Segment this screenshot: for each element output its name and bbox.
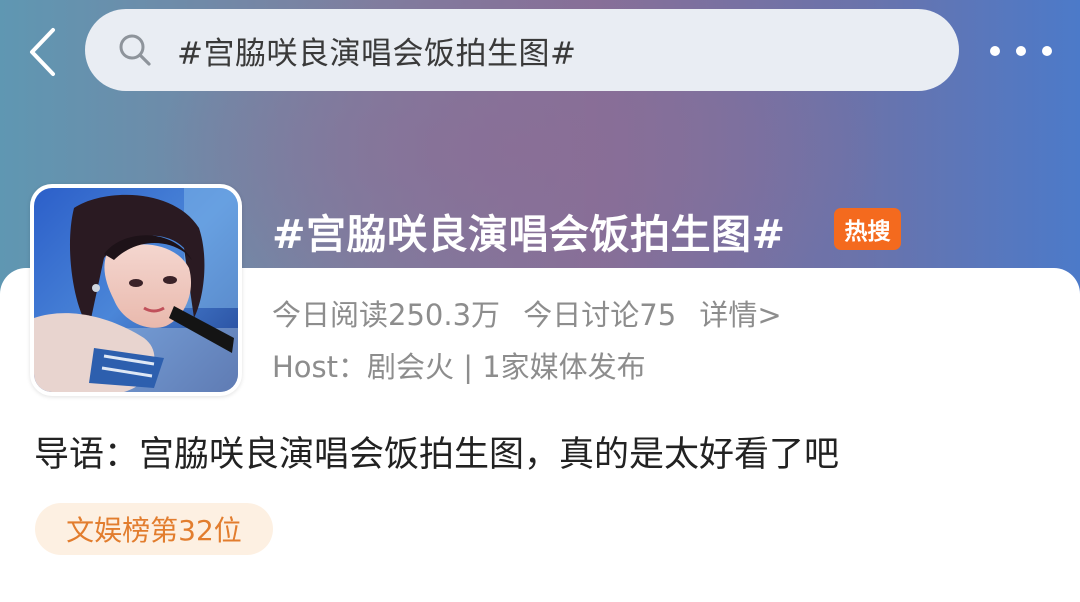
- search-bar[interactable]: #宫脇咲良演唱会饭拍生图#: [85, 9, 959, 91]
- topic-title: #宫脇咲良演唱会饭拍生图#: [272, 212, 786, 258]
- topic-avatar[interactable]: [30, 184, 242, 396]
- avatar-photo: [34, 188, 238, 392]
- search-query-text[interactable]: #宫脇咲良演唱会饭拍生图#: [177, 28, 576, 73]
- read-count: 今日阅读250.3万: [272, 298, 501, 332]
- topic-stats: 今日阅读250.3万 今日讨论75 详情>: [272, 292, 796, 334]
- topic-intro: 导语：宫脇咲良演唱会饭拍生图，真的是太好看了吧: [34, 435, 840, 475]
- discussion-count: 今日讨论75: [523, 298, 677, 332]
- chevron-left-icon: [30, 28, 55, 76]
- hot-badge: 热搜: [834, 208, 901, 250]
- detail-link[interactable]: 详情>: [699, 298, 781, 332]
- more-options-button[interactable]: [990, 36, 1052, 66]
- rank-tag[interactable]: 文娱榜第32位: [35, 503, 273, 555]
- more-dots-icon: [990, 46, 1000, 56]
- back-button[interactable]: [22, 26, 62, 78]
- search-icon: [117, 31, 155, 69]
- host-info[interactable]: Host：剧会火 | 1家媒体发布: [272, 344, 646, 386]
